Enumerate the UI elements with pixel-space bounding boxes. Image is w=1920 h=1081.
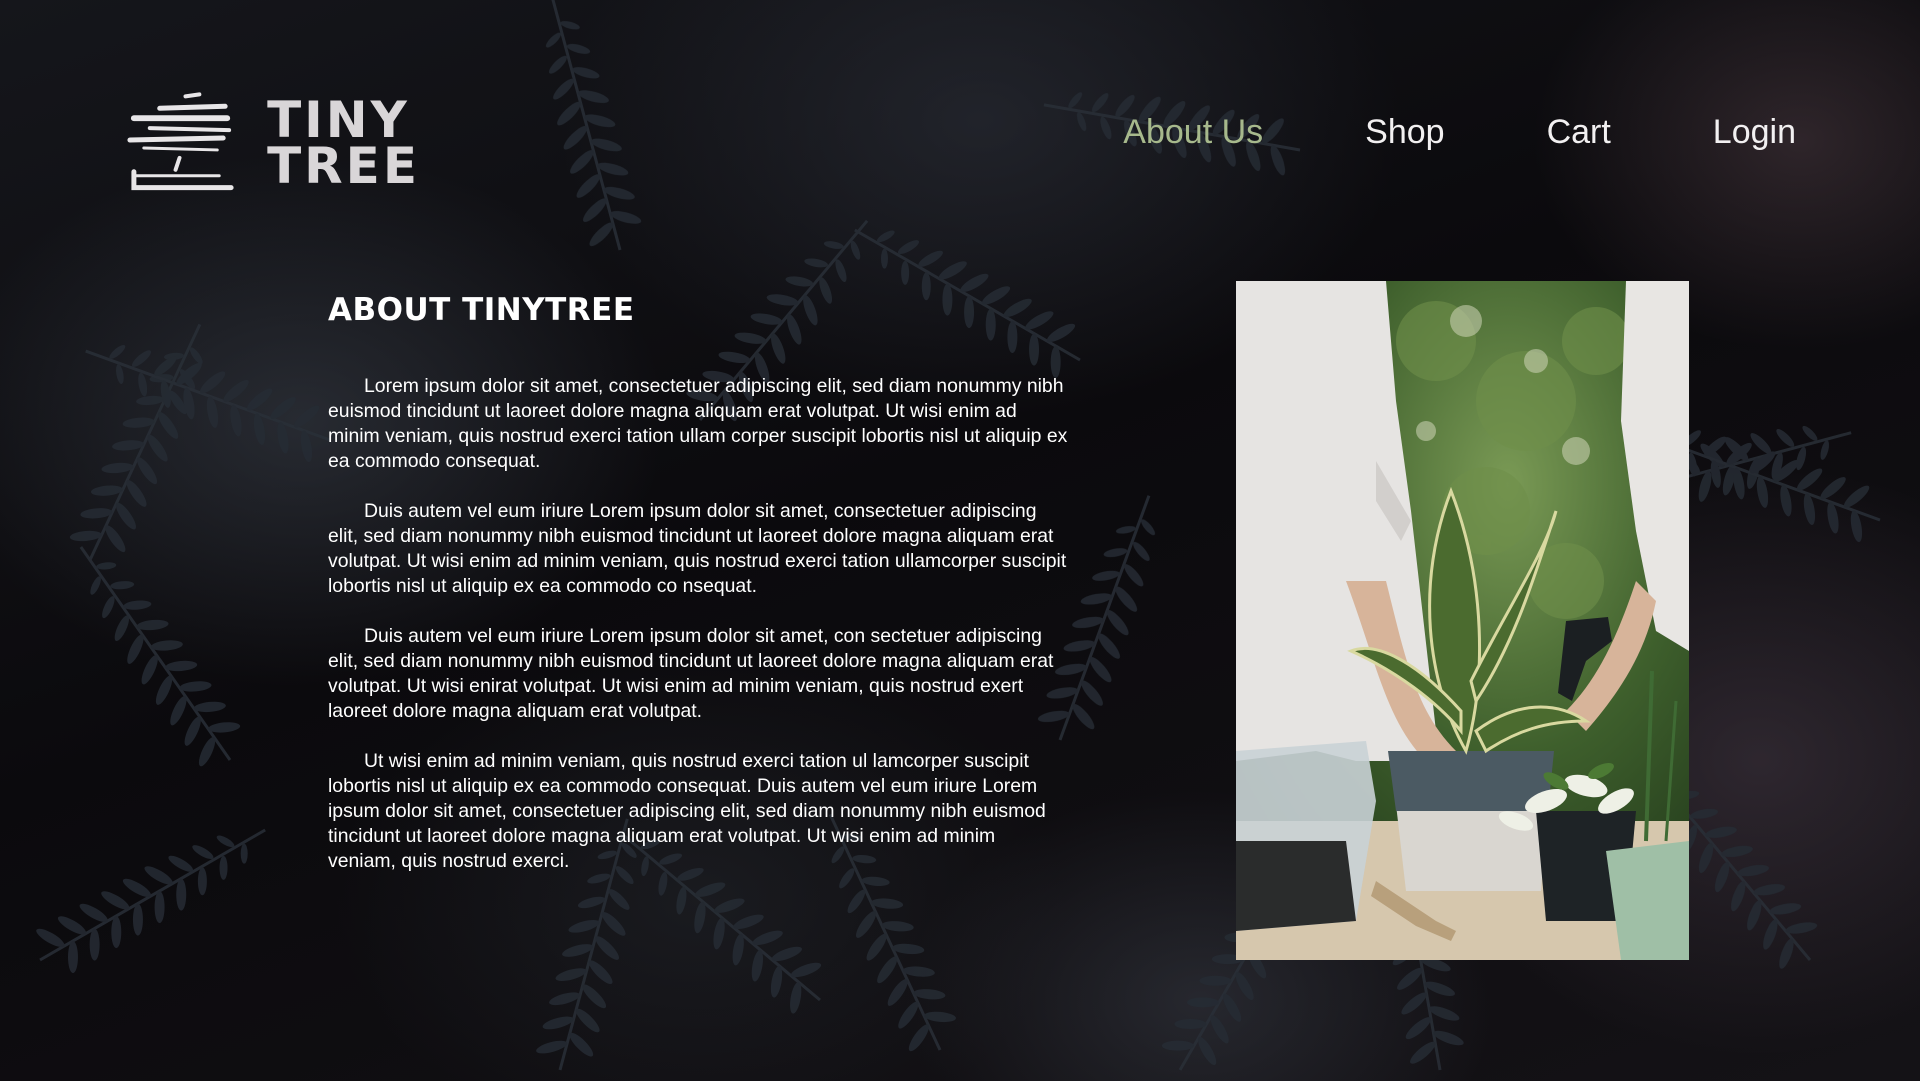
about-paragraph-1: Lorem ipsum dolor sit amet, consectetuer…: [328, 375, 1068, 472]
nav-shop[interactable]: Shop: [1365, 108, 1444, 156]
page-title: ABOUT TINYTREE: [328, 292, 635, 328]
about-paragraph-2: Duis autem vel eum iriure Lorem ipsum do…: [328, 500, 1067, 597]
brand-line-2: TREE: [267, 137, 420, 195]
stacked-brush-strokes-icon: [127, 92, 234, 191]
brand-logo[interactable]: TINY TREE: [120, 88, 420, 198]
nav-login[interactable]: Login: [1713, 108, 1796, 156]
main-nav: About Us Shop Cart Login: [1021, 108, 1796, 156]
nav-cart[interactable]: Cart: [1547, 108, 1611, 156]
about-paragraph-3: Duis autem vel eum iriure Lorem ipsum do…: [328, 625, 1054, 722]
plants-photo: [1236, 281, 1689, 960]
about-section: ABOUT TINYTREE Lorem ipsum dolor sit ame…: [328, 292, 1068, 899]
nav-about-us[interactable]: About Us: [1123, 108, 1263, 156]
about-paragraph-4: Ut wisi enim ad minim veniam, quis nostr…: [328, 750, 1046, 872]
page: TINY TREE About Us Shop Cart Login ABOUT…: [0, 0, 1920, 1081]
brand-wordmark: TINY TREE: [267, 95, 420, 195]
potting-plants-illustration: [1236, 281, 1689, 960]
